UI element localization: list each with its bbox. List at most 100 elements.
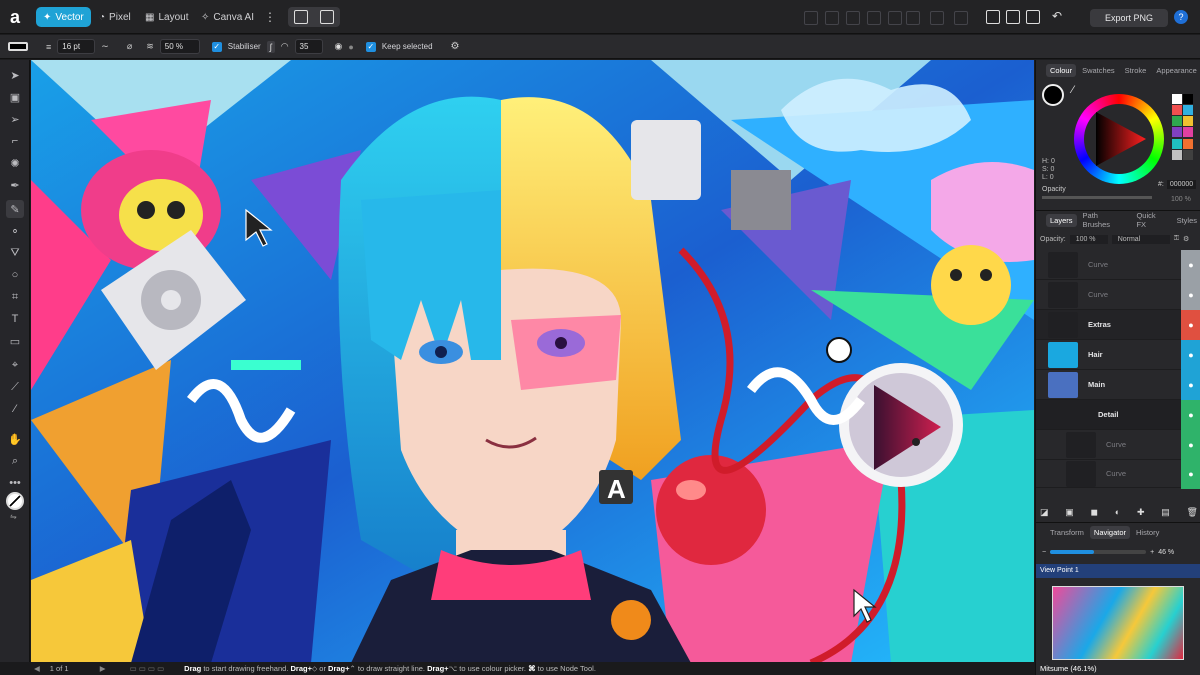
layer-opacity-field[interactable]: 100 % [1069, 234, 1108, 244]
tab-styles[interactable]: Styles [1173, 214, 1200, 227]
swatch[interactable] [1172, 94, 1182, 104]
layer-row[interactable]: Curve ● [1036, 279, 1200, 310]
persona-layout-button[interactable]: ▦ Layout [138, 7, 195, 27]
tab-stroke[interactable]: Stroke [1121, 64, 1151, 77]
swatch[interactable] [1172, 149, 1182, 160]
rotate-icon[interactable] [906, 11, 920, 25]
layer-row[interactable]: Extras ● [1036, 309, 1200, 340]
visibility-icon[interactable]: ● [1181, 399, 1200, 430]
stabiliser-value-field[interactable]: 35 [294, 39, 323, 54]
delete-layer-icon[interactable]: 🗑 [1187, 507, 1198, 518]
mask-layer-icon[interactable]: ◼ [1091, 507, 1098, 518]
visibility-icon[interactable]: ● [1181, 309, 1200, 340]
forward-icon[interactable] [846, 11, 860, 25]
persona-vector-button[interactable]: ✦ Vector [36, 7, 91, 27]
zoom-out-icon[interactable]: − [1042, 549, 1046, 556]
swatch[interactable] [1183, 127, 1193, 138]
align-icon[interactable] [954, 11, 968, 25]
hex-field[interactable]: #: 000000 [1158, 180, 1197, 189]
hand-tool-icon[interactable]: ✋ [6, 430, 24, 448]
brush-icon[interactable]: ⌀ [127, 41, 132, 52]
layer-row[interactable]: Curve ● [1036, 429, 1200, 460]
vector-crop-icon[interactable]: ⌗ [6, 288, 24, 306]
adjustment-icon[interactable]: ◐ [1115, 507, 1120, 517]
fill-dot-icon[interactable]: ● [348, 42, 353, 52]
visibility-icon[interactable]: ● [1181, 369, 1200, 400]
blend-mode-dropdown[interactable]: Normal [1111, 234, 1170, 244]
zoom-slider[interactable] [1050, 550, 1147, 554]
measure-tool-icon[interactable]: ⟋ [6, 378, 24, 396]
flip-icon[interactable] [930, 11, 944, 25]
node-tool-icon[interactable]: ➢ [6, 110, 24, 128]
place-image-icon[interactable]: ▭ [6, 332, 24, 350]
swatch[interactable] [1172, 105, 1182, 116]
fill-tool-icon[interactable]: ⛛ [6, 244, 24, 262]
back-icon[interactable] [804, 11, 818, 25]
clip-icon[interactable] [1026, 10, 1040, 24]
layer-effects-icon[interactable]: ◪ [1040, 507, 1049, 518]
keep-selected-checkbox[interactable]: ✓ [365, 41, 376, 52]
shape-tool-icon[interactable]: ○ [6, 266, 24, 284]
pen-tool-icon[interactable]: ✒ [6, 176, 24, 194]
export-button[interactable]: Export PNG [1090, 9, 1168, 27]
stroke-width-field[interactable]: 16 pt [57, 39, 96, 54]
layer-row[interactable]: Main ● [1036, 369, 1200, 400]
undo-icon[interactable]: ↶ [1052, 9, 1062, 23]
visibility-icon[interactable]: ● [1181, 339, 1200, 370]
view-point-dropdown[interactable]: View Point 1 [1036, 564, 1200, 578]
visibility-icon[interactable]: ● [1181, 249, 1200, 280]
layer-row[interactable]: Detail ● [1036, 399, 1200, 430]
pencil-tool-icon[interactable]: ✎ [6, 200, 24, 218]
document-canvas[interactable]: A [31, 60, 1034, 663]
layer-row[interactable]: Curve ● [1036, 249, 1200, 280]
swatch[interactable] [1183, 149, 1193, 160]
add-layer-icon[interactable]: ✚ [1137, 507, 1145, 518]
move-tool-icon[interactable]: ➤ [6, 66, 24, 84]
swatch[interactable] [1183, 116, 1193, 127]
swatch[interactable] [1183, 94, 1193, 104]
prev-page-icon[interactable]: ◀ [34, 664, 40, 673]
settings-gear-icon[interactable]: ⚙ [451, 41, 460, 52]
zoom-in-icon[interactable]: + [1150, 549, 1154, 556]
tab-colour[interactable]: Colour [1046, 63, 1077, 77]
window-mode-icon[interactable]: ◠ [281, 41, 289, 52]
colour-triangle[interactable] [1088, 108, 1150, 170]
fill-toggle-icon[interactable]: ◉ [335, 41, 343, 52]
zoom-tool-icon[interactable]: ⌕ [6, 452, 24, 470]
swatch[interactable] [1172, 127, 1182, 138]
fill-stroke-widget[interactable] [6, 492, 24, 510]
tab-navigator[interactable]: Navigator [1089, 525, 1131, 539]
tab-path-brushes[interactable]: Path Brushes [1079, 209, 1131, 231]
page-view-icons[interactable]: ▭ ▭ ▭ ▭ [130, 664, 165, 673]
pressure-icon[interactable]: ∼ [101, 41, 109, 52]
colour-wheel[interactable] [1074, 94, 1164, 184]
swap-colour-icon[interactable]: ⇋ [10, 512, 17, 521]
backward-icon[interactable] [825, 11, 839, 25]
tab-swatches[interactable]: Swatches [1078, 64, 1119, 77]
visibility-icon[interactable]: ● [1181, 279, 1200, 310]
swatch[interactable] [1183, 105, 1193, 116]
crop-icon[interactable] [986, 10, 1000, 24]
add-pixel-layer-icon[interactable]: ▣ [1065, 507, 1074, 518]
group-layer-icon[interactable]: ▤ [1161, 507, 1170, 518]
lock-icon[interactable]: ⚿ [1174, 235, 1179, 243]
stroke-colour-swatch[interactable] [8, 42, 28, 51]
tab-transform[interactable]: Transform [1046, 526, 1088, 539]
artboard-tool-icon[interactable]: ▣ [6, 88, 24, 106]
navigator-thumbnail[interactable] [1052, 586, 1184, 660]
tab-history[interactable]: History [1132, 526, 1163, 539]
tab-quick-fx[interactable]: Quick FX [1132, 209, 1170, 231]
quick-menu-button[interactable] [288, 7, 340, 27]
colour-opacity-slider[interactable] [1042, 196, 1152, 199]
opacity-field[interactable]: 50 % [159, 39, 200, 54]
swatch[interactable] [1183, 138, 1193, 149]
more-tools-icon[interactable]: ••• [6, 474, 24, 492]
app-logo-icon[interactable]: a [10, 8, 28, 26]
text-tool-icon[interactable]: T [6, 310, 24, 328]
more-menu-icon[interactable]: ⋮ [264, 10, 276, 24]
layer-settings-icon[interactable]: ⚙ [1183, 235, 1189, 243]
persona-pixel-button[interactable]: ◔ Pixel [92, 7, 138, 27]
stabiliser-checkbox[interactable]: ✓ [211, 41, 222, 52]
crop-tool-icon[interactable]: ⌖ [6, 356, 24, 374]
visibility-icon[interactable]: ● [1181, 458, 1200, 489]
